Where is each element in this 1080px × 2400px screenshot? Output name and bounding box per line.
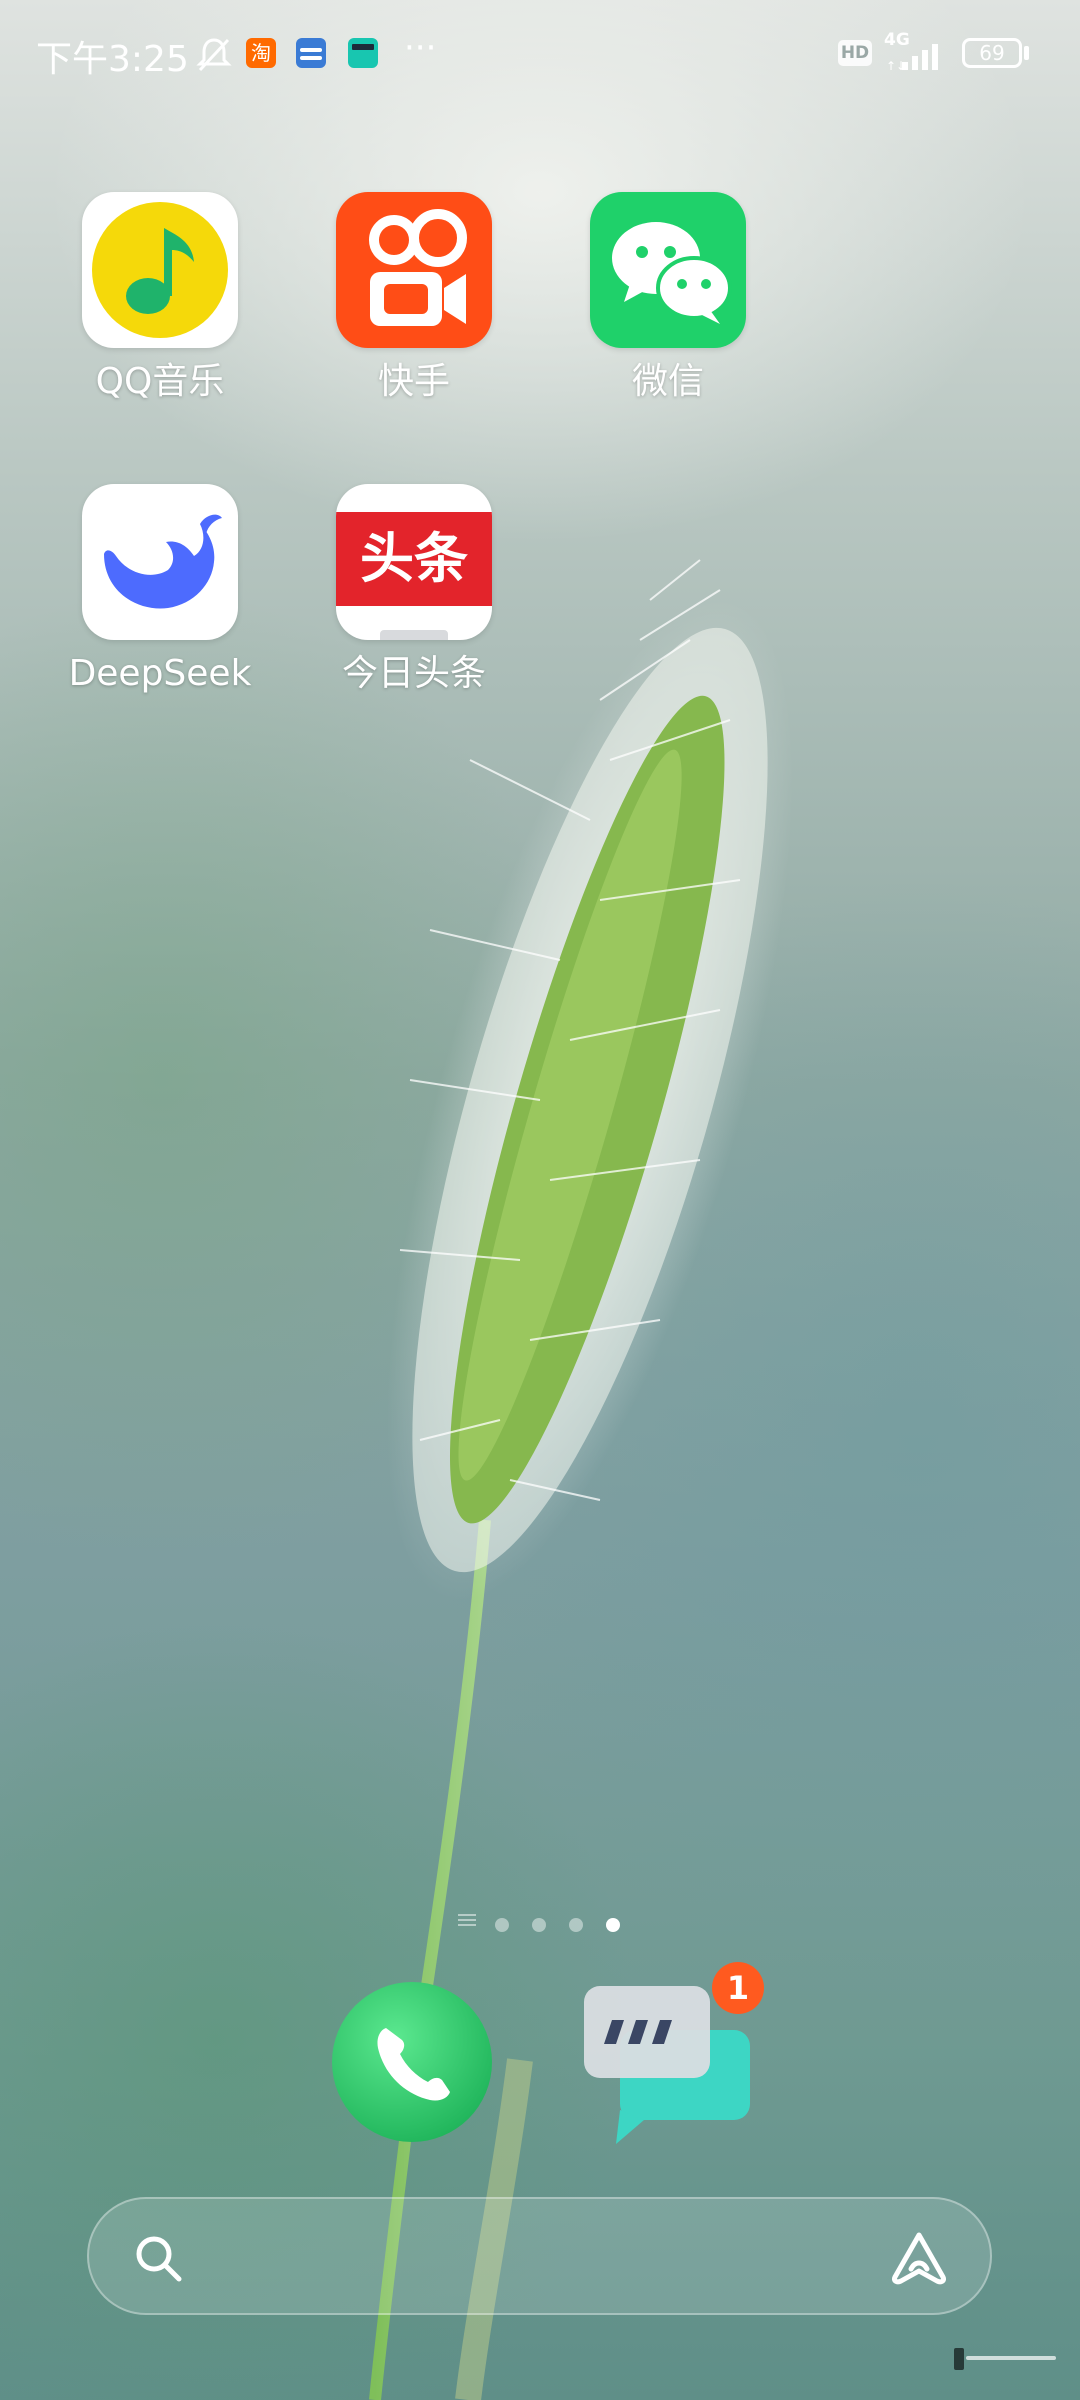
app-qq-music[interactable]: QQ音乐: [60, 192, 260, 404]
battery-icon: 69: [962, 38, 1022, 68]
page-dot-4-active[interactable]: [606, 1918, 620, 1932]
taobao-icon: 淘: [246, 38, 276, 68]
toutiao-icon-text: 头条: [336, 512, 492, 606]
search-bar[interactable]: [87, 2197, 992, 2315]
page-list-icon[interactable]: [458, 1912, 476, 1926]
app-label-qq-music: QQ音乐: [95, 361, 225, 402]
phone-icon: [332, 1982, 492, 2142]
app-kuaishou[interactable]: 快手: [314, 192, 514, 404]
signal-strength-icon: ↑↓: [886, 44, 938, 72]
gesture-line: [966, 2356, 1056, 2360]
ai-assistant-icon[interactable]: [889, 2229, 949, 2285]
bell-muted-icon: [196, 38, 232, 72]
app-label-wechat: 微信: [631, 361, 704, 402]
toutiao-icon: 头条: [336, 484, 492, 640]
app-toutiao[interactable]: 头条 今日头条: [314, 484, 514, 696]
more-notifications-icon: ···: [404, 28, 437, 68]
status-bar: 下午3:25 淘 ··· HD 4G ↑↓ 69: [0, 0, 1080, 110]
app-deepseek[interactable]: DeepSeek: [60, 484, 260, 696]
page-dot-2[interactable]: [532, 1918, 546, 1932]
app-label-toutiao: 今日头条: [341, 653, 486, 694]
svg-text:↑↓: ↑↓: [886, 59, 906, 72]
deepseek-icon: [82, 484, 238, 640]
dock-messages[interactable]: 1: [580, 1962, 764, 2144]
wechat-icon: [590, 192, 746, 348]
hd-voice-icon: HD: [838, 40, 872, 66]
app-wechat[interactable]: 微信: [568, 192, 768, 404]
status-time: 下午3:25: [36, 39, 189, 80]
search-icon[interactable]: [133, 2233, 183, 2283]
dock-phone[interactable]: [330, 1980, 494, 2144]
gesture-hint-icon: [954, 2348, 964, 2370]
battery-level: 69: [979, 41, 1005, 65]
page-dot-1[interactable]: [495, 1918, 509, 1932]
qq-music-icon: [82, 192, 238, 348]
home-screen: 下午3:25 淘 ··· HD 4G ↑↓ 69 QQ音乐 快手 微信 Deep…: [0, 0, 1080, 2400]
battery-tip: [1024, 46, 1029, 60]
page-dot-3[interactable]: [569, 1918, 583, 1932]
kuaishou-icon: [336, 192, 492, 348]
app-label-deepseek: DeepSeek: [68, 653, 252, 694]
messages-unread-badge: 1: [712, 1962, 764, 2014]
video-clapper-icon: [348, 38, 378, 68]
search-input[interactable]: [199, 2219, 823, 2295]
wallet-icon: [296, 38, 326, 68]
app-label-kuaishou: 快手: [377, 361, 450, 402]
